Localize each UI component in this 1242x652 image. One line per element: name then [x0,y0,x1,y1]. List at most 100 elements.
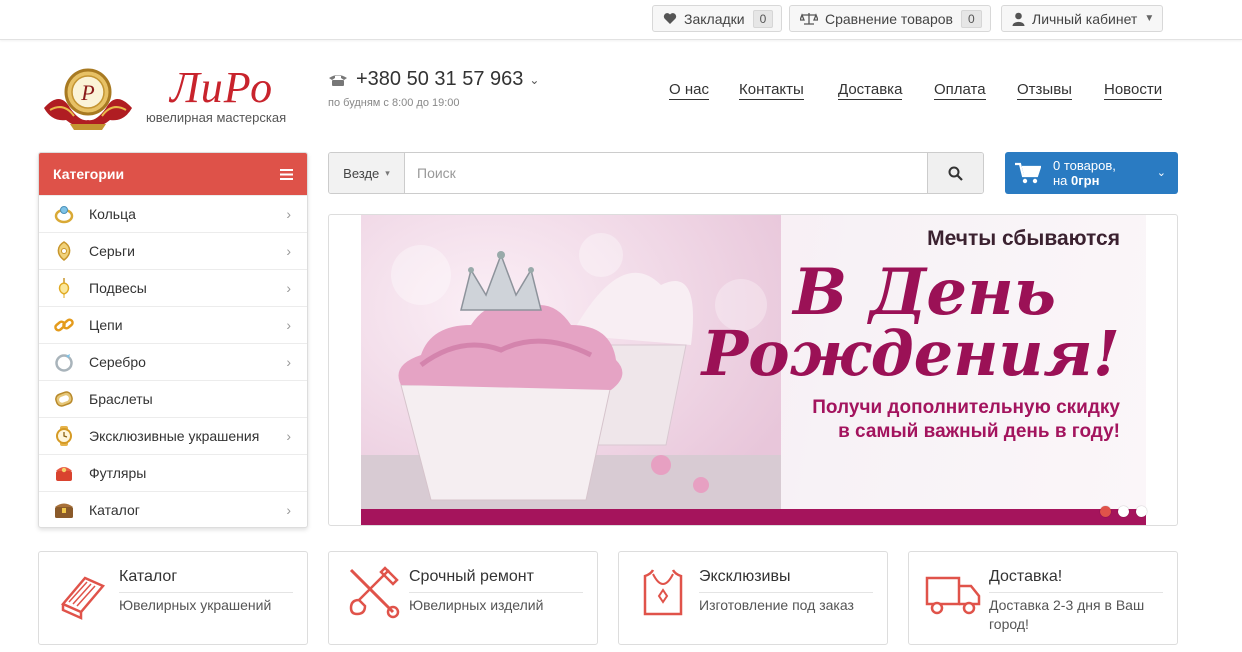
category-item-silver[interactable]: Серебро › [39,343,307,380]
nav-contacts[interactable]: Контакты [739,81,804,100]
logo-subtitle: ювелирная мастерская [146,110,287,125]
watch-icon [51,423,77,449]
tools-icon [349,566,400,619]
chevron-right-icon: › [286,243,291,259]
bookmarks-button[interactable]: Закладки 0 [652,5,783,32]
chevron-right-icon: › [286,280,291,296]
book-icon [60,576,106,620]
category-item-pendants[interactable]: Подвесы › [39,269,307,306]
search-scope-select[interactable]: Везде ▾ [329,153,405,193]
chevron-down-icon: ▼ [1144,13,1155,24]
category-item-catalog[interactable]: Каталог › [39,491,307,527]
account-label: Личный кабинет [1032,10,1138,27]
category-item-exclusive[interactable]: Эксклюзивные украшения › [39,417,307,454]
account-button[interactable]: Личный кабинет ▼ [1001,5,1164,32]
feature-title: Каталог [119,568,293,593]
chevron-right-icon: › [286,502,291,518]
main-nav: О нас Контакты Доставка Оплата Отзывы Но… [0,81,1242,103]
category-item-cases[interactable]: Футляры [39,454,307,491]
category-item-bracelets[interactable]: Браслеты [39,380,307,417]
cart-total-prefix: на [1053,173,1072,188]
chevron-down-icon: ⌄ [1156,167,1166,179]
banner-stripe [361,509,1146,525]
feature-title: Доставка! [989,568,1163,593]
pendant-icon [51,275,77,301]
search-input[interactable] [405,153,927,193]
slider-dot[interactable] [1136,506,1147,517]
nav-news[interactable]: Новости [1104,81,1163,100]
nav-reviews[interactable]: Отзывы [1017,81,1072,100]
category-label: Серьги [89,243,135,259]
compare-label: Сравнение товаров [825,10,953,27]
banner-subtitle-1: Получи дополнительную скидку [812,397,1120,418]
cart-icon [1015,162,1041,184]
feature-catalog[interactable]: Каталог Ювелирных украшений [38,551,308,645]
silver-icon [51,349,77,375]
feature-subtitle: Ювелирных украшений [119,597,272,613]
feature-delivery[interactable]: Доставка! Доставка 2-3 дня в Ваш город! [908,551,1178,645]
cart-total: на 0грн [1053,173,1116,188]
chain-icon [51,312,77,338]
cart-summary: 0 товаров, на 0грн [1053,158,1116,188]
category-item-earrings[interactable]: Серьги › [39,232,307,269]
banner-image: Мечты сбываются В День Рождения! Получи … [361,215,1146,525]
nav-delivery[interactable]: Доставка [838,81,903,100]
heart-icon [663,13,677,24]
bookmarks-label: Закладки [684,10,745,27]
category-label: Серебро [89,354,146,370]
cart-count: 0 товаров, [1053,158,1116,173]
category-label: Цепи [89,317,123,333]
user-icon [1012,12,1025,26]
chevron-right-icon: › [286,206,291,222]
earrings-icon [51,238,77,264]
search-scope-label: Везде [343,165,380,181]
banner-headline-2: Рождения! [701,317,1120,390]
feature-subtitle: Ювелирных изделий [409,597,544,613]
bookmarks-count: 0 [752,9,774,28]
chevron-right-icon: › [286,317,291,333]
search-bar: Везде ▾ [328,152,984,194]
ring-icon [51,201,77,227]
cart-total-amount: 0грн [1071,173,1100,188]
promo-slider[interactable]: Мечты сбываются В День Рождения! Получи … [328,214,1178,526]
banner-subtitle-2: в самый важный день в году! [838,421,1120,442]
jewelry-box-icon [51,460,77,486]
nav-payment[interactable]: Оплата [934,81,986,100]
chevron-right-icon: › [286,428,291,444]
feature-subtitle: Доставка 2-3 дня в Ваш город! [989,597,1145,632]
category-label: Эксклюзивные украшения [89,428,260,444]
categories-title: Категории [53,166,125,182]
chevron-down-icon: ▾ [385,167,390,178]
categories-header[interactable]: Категории [39,153,307,195]
category-item-rings[interactable]: Кольца › [39,195,307,232]
top-bar: Закладки 0 Сравнение товаров 0 Личный ка… [0,0,1242,40]
cart-button[interactable]: 0 товаров, на 0грн ⌄ [1005,152,1178,194]
category-label: Футляры [89,465,147,481]
feature-subtitle: Изготовление под заказ [699,597,854,613]
categories-panel: Категории Кольца › Серьги › Подвесы › Це… [38,152,308,528]
scales-icon [800,13,818,25]
feature-repair[interactable]: Срочный ремонт Ювелирных изделий [328,551,598,645]
category-label: Подвесы [89,280,147,296]
category-label: Каталог [89,502,140,518]
banner-tagline: Мечты сбываются [927,227,1120,250]
compare-button[interactable]: Сравнение товаров 0 [789,5,991,32]
category-item-chains[interactable]: Цепи › [39,306,307,343]
chevron-right-icon: › [286,354,291,370]
slider-dots [1100,506,1147,517]
category-label: Кольца [89,206,136,222]
feature-title: Срочный ремонт [409,568,583,593]
menu-icon [280,168,293,180]
category-label: Браслеты [89,391,153,407]
nav-about[interactable]: О нас [669,81,709,100]
feature-title: Эксклюзивы [699,568,873,593]
slider-dot[interactable] [1118,506,1129,517]
compare-count: 0 [960,9,982,28]
search-button[interactable] [927,153,983,193]
search-icon [948,166,963,181]
truck-icon [925,576,981,615]
feature-exclusive[interactable]: Эксклюзивы Изготовление под заказ [618,551,888,645]
chest-icon [51,497,77,523]
bracelet-icon [51,386,77,412]
slider-dot[interactable] [1100,506,1111,517]
